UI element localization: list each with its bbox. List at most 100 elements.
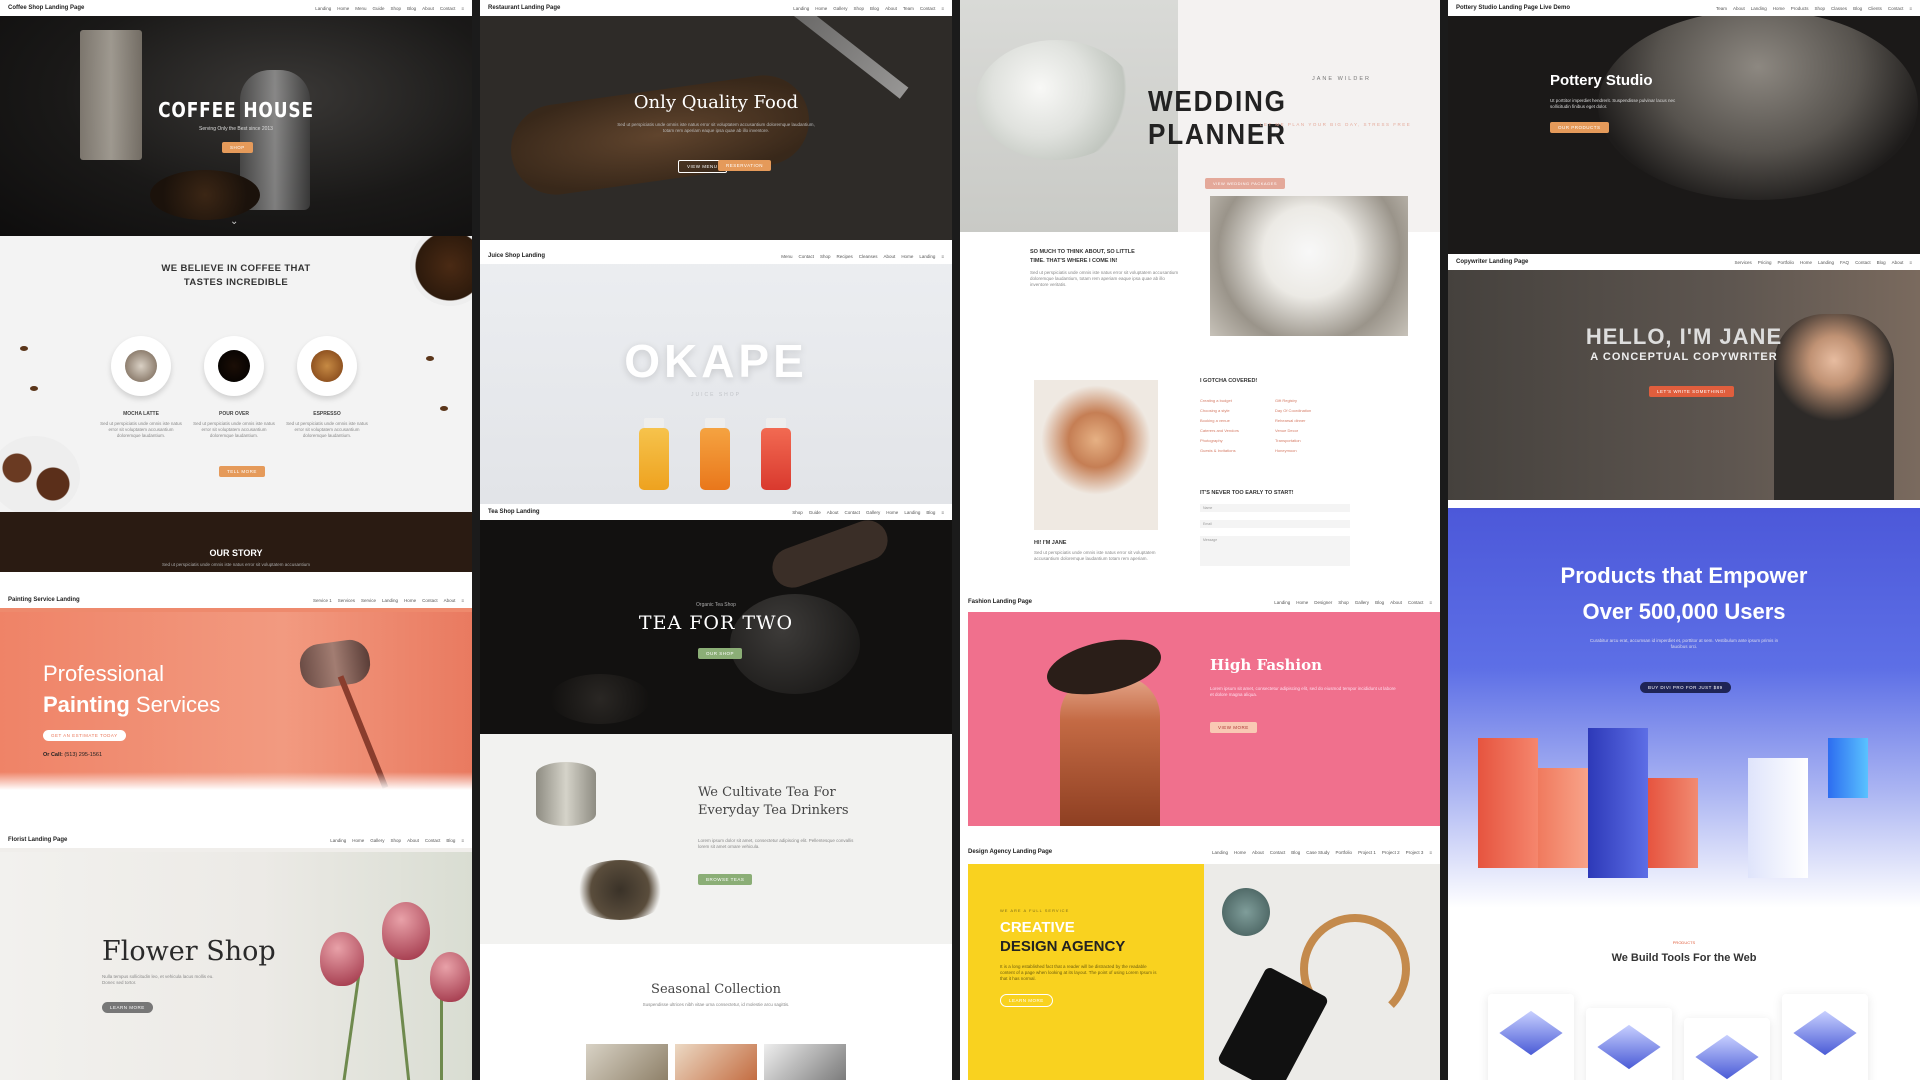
chevron-down-icon[interactable]: ⌄ (230, 216, 238, 227)
our-products-button[interactable]: OUR PRODUCTS (1550, 122, 1609, 133)
juice-brand[interactable]: Juice Shop Landing (488, 253, 545, 259)
nav-link[interactable]: FAQ (1840, 260, 1849, 265)
nav-link[interactable]: Gallery (370, 838, 384, 843)
menu-icon[interactable]: ≡ (1429, 850, 1432, 855)
nav-link[interactable]: Contact (798, 254, 814, 259)
wedding-packages-button[interactable]: VIEW WEDDING PACKAGES (1205, 178, 1285, 189)
fashion-brand[interactable]: Fashion Landing Page (968, 599, 1032, 605)
nav-link[interactable]: Blog (926, 510, 935, 515)
nav-link[interactable]: Pricing (1758, 260, 1772, 265)
nav-link[interactable]: Landing (904, 510, 920, 515)
estimate-button[interactable]: GET AN ESTIMATE TODAY (43, 730, 126, 741)
nav-link[interactable]: Portfolio (1336, 850, 1353, 855)
nav-link[interactable]: Home (1234, 850, 1246, 855)
service-link[interactable]: Creating a budget (1200, 398, 1275, 403)
service-link[interactable]: Choosing a style (1200, 408, 1275, 413)
nav-link[interactable]: Shop (1815, 6, 1826, 11)
nav-link[interactable]: Menu (781, 254, 792, 259)
nav-link[interactable]: Landing (1274, 600, 1290, 605)
nav-link[interactable]: Project 2 (1382, 850, 1400, 855)
service-link[interactable]: Day Of Coordination (1275, 408, 1350, 413)
menu-icon[interactable]: ≡ (461, 598, 464, 603)
nav-link[interactable]: Service 1 (313, 598, 332, 603)
tell-more-button[interactable]: TELL MORE (219, 466, 265, 477)
nav-link[interactable]: Home (337, 6, 349, 11)
service-link[interactable]: Booking a venue (1200, 418, 1275, 423)
nav-link[interactable]: Guide (809, 510, 821, 515)
nav-link[interactable]: About (885, 6, 897, 11)
menu-icon[interactable]: ≡ (1909, 260, 1912, 265)
coffee-shop-button[interactable]: SHOP (222, 142, 253, 153)
restaurant-brand[interactable]: Restaurant Landing Page (488, 5, 560, 11)
nav-link[interactable]: About (1390, 600, 1402, 605)
menu-icon[interactable]: ≡ (461, 838, 464, 843)
browse-teas-button[interactable]: BROWSE TEAS (698, 874, 753, 885)
nav-link[interactable]: Menu (355, 6, 366, 11)
nav-link[interactable]: Blog (407, 6, 416, 11)
copywriter-brand[interactable]: Copywriter Landing Page (1456, 259, 1528, 265)
nav-link[interactable]: Landing (919, 254, 935, 259)
pottery-brand[interactable]: Pottery Studio Landing Page Live Demo (1456, 5, 1570, 11)
nav-link[interactable]: About (1892, 260, 1904, 265)
service-link[interactable]: Venue Decor (1275, 428, 1350, 433)
nav-link[interactable]: About (1252, 850, 1264, 855)
nav-link[interactable]: Home (1800, 260, 1812, 265)
nav-link[interactable]: Blog (1291, 850, 1300, 855)
agency-learn-more-button[interactable]: LEARN MORE (1000, 994, 1053, 1007)
nav-link[interactable]: Contact (920, 6, 936, 11)
view-more-button[interactable]: VIEW MORE (1210, 722, 1257, 733)
product-card[interactable] (1586, 1008, 1672, 1080)
nav-link[interactable]: Home (352, 838, 364, 843)
nav-link[interactable]: Portfolio (1777, 260, 1794, 265)
phone-number[interactable]: (513) 295-1561 (64, 752, 102, 758)
nav-link[interactable]: Contact (1855, 260, 1871, 265)
nav-link[interactable]: Landing (1818, 260, 1834, 265)
nav-link[interactable]: Classes (1831, 6, 1847, 11)
nav-link[interactable]: About (827, 510, 839, 515)
nav-link[interactable]: Clients (1868, 6, 1882, 11)
buy-divi-button[interactable]: Buy Divi Pro for Just $89 (1640, 682, 1731, 693)
nav-link[interactable]: Shop (391, 838, 402, 843)
learn-more-button[interactable]: LEARN MORE (102, 1002, 153, 1013)
service-link[interactable]: Transportation (1275, 438, 1350, 443)
seasonal-thumb-image[interactable] (764, 1044, 846, 1080)
lets-write-button[interactable]: LET'S WRITE SOMETHING! (1649, 386, 1734, 397)
agency-brand[interactable]: Design Agency Landing Page (968, 849, 1052, 855)
nav-link[interactable]: Blog (1877, 260, 1886, 265)
nav-link[interactable]: Gallery (866, 510, 880, 515)
painting-brand[interactable]: Painting Service Landing (8, 597, 80, 603)
nav-link[interactable]: Shop (792, 510, 803, 515)
product-card[interactable] (1684, 1018, 1770, 1080)
nav-link[interactable]: Home (404, 598, 416, 603)
service-link[interactable]: Caterers and Vendors (1200, 428, 1275, 433)
nav-link[interactable]: Landing (330, 838, 346, 843)
nav-link[interactable]: Contact (422, 598, 438, 603)
florist-brand[interactable]: Florist Landing Page (8, 837, 67, 843)
nav-link[interactable]: Landing (793, 6, 809, 11)
nav-link[interactable]: Services (1734, 260, 1751, 265)
reservation-button[interactable]: RESERVATION (718, 160, 772, 171)
nav-link[interactable]: Blog (1375, 600, 1384, 605)
service-link[interactable]: Photography (1200, 438, 1275, 443)
nav-link[interactable]: About (407, 838, 419, 843)
product-card[interactable] (1782, 994, 1868, 1080)
nav-link[interactable]: About (884, 254, 896, 259)
nav-link[interactable]: Home (886, 510, 898, 515)
nav-link[interactable]: Blog (446, 838, 455, 843)
nav-link[interactable]: Home (815, 6, 827, 11)
seasonal-thumb-image[interactable] (675, 1044, 757, 1080)
message-field[interactable]: Message (1200, 536, 1350, 566)
nav-link[interactable]: Case Study (1306, 850, 1329, 855)
name-field[interactable]: Name (1200, 504, 1350, 512)
nav-link[interactable]: About (444, 598, 456, 603)
nav-link[interactable]: Home (1773, 6, 1785, 11)
nav-link[interactable]: Products (1791, 6, 1809, 11)
service-link[interactable]: Gift Registry (1275, 398, 1350, 403)
nav-link[interactable]: Service (361, 598, 376, 603)
nav-link[interactable]: Home (901, 254, 913, 259)
nav-link[interactable]: Contact (1408, 600, 1424, 605)
menu-icon[interactable]: ≡ (941, 6, 944, 11)
nav-link[interactable]: Landing (1751, 6, 1767, 11)
nav-link[interactable]: Project 3 (1406, 850, 1424, 855)
nav-link[interactable]: Contact (1270, 850, 1286, 855)
